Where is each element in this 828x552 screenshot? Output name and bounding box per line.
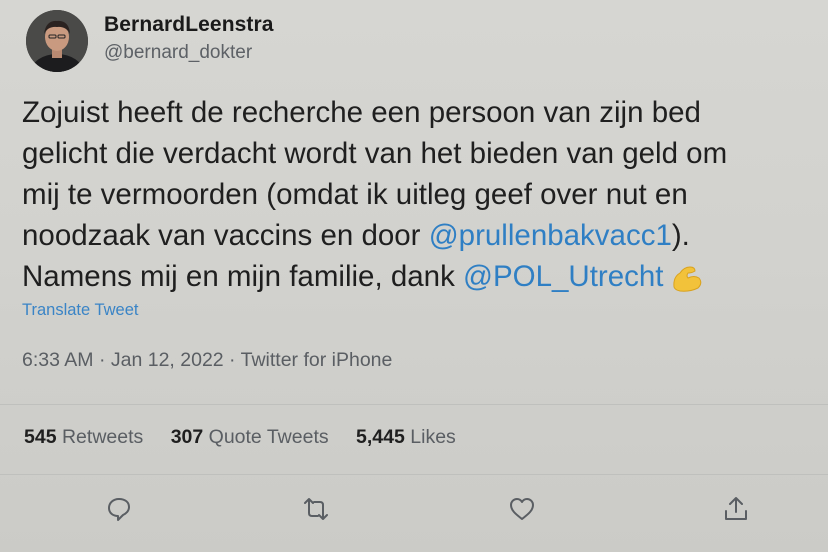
share-button[interactable] bbox=[720, 493, 752, 525]
divider bbox=[0, 404, 828, 405]
retweets-stat[interactable]: 545 Retweets bbox=[24, 426, 143, 449]
tweet-line-text: Namens mij en mijn familie, dank bbox=[22, 260, 464, 293]
tweet-timestamp[interactable]: 6:33 AM · Jan 12, 2022 · Twitter for iPh… bbox=[22, 349, 392, 372]
like-icon bbox=[510, 498, 534, 520]
flexed-biceps-icon bbox=[670, 263, 704, 293]
profile-photo-icon bbox=[26, 10, 88, 72]
tweet-line: mij te vermoorden (omdat ik uitleg geef … bbox=[22, 174, 822, 215]
retweets-label: Retweets bbox=[61, 426, 144, 448]
tweet-line-text: gelicht die verdacht wordt van het biede… bbox=[22, 137, 728, 170]
divider bbox=[0, 474, 828, 475]
tweet-line-text: mij te vermoorden (omdat ik uitleg geef … bbox=[22, 178, 688, 211]
translate-tweet-link[interactable]: Translate Tweet bbox=[22, 301, 138, 320]
retweet-button[interactable] bbox=[300, 493, 332, 525]
reply-icon bbox=[108, 498, 130, 521]
tweet-line-text: Zojuist heeft de recherche een persoon v… bbox=[22, 96, 701, 129]
tweet-stats: 545 Retweets 307 Quote Tweets 5,445 Like… bbox=[24, 426, 478, 449]
tweet-line-text: ). bbox=[671, 219, 690, 252]
tweet-line: Namens mij en mijn familie, dank @POL_Ut… bbox=[22, 256, 822, 297]
tweet-line: Zojuist heeft de recherche een persoon v… bbox=[22, 92, 822, 133]
likes-stat[interactable]: 5,445 Likes bbox=[356, 426, 456, 449]
author-display-name[interactable]: BernardLeenstra bbox=[104, 13, 274, 37]
tweet-line: noodzaak van vaccins en door @prullenbak… bbox=[22, 215, 822, 256]
author-handle[interactable]: @bernard_dokter bbox=[104, 42, 252, 64]
quote-tweets-count: 307 bbox=[170, 426, 204, 448]
reply-button[interactable] bbox=[103, 493, 135, 525]
tweet-line-text: noodzaak van vaccins en door bbox=[22, 219, 429, 252]
retweet-icon bbox=[304, 498, 328, 520]
mention-link[interactable]: @prullenbakvacc1 bbox=[429, 219, 672, 252]
tweet-text: Zojuist heeft de recherche een persoon v… bbox=[22, 92, 822, 297]
likes-label: Likes bbox=[410, 426, 456, 448]
tweet-line: gelicht die verdacht wordt van het biede… bbox=[22, 133, 822, 174]
retweets-count: 545 bbox=[24, 426, 57, 448]
like-button[interactable] bbox=[506, 493, 538, 525]
quote-tweets-label: Quote Tweets bbox=[208, 426, 329, 448]
mention-link[interactable]: @POL_Utrecht bbox=[463, 260, 663, 293]
tweet-card: BernardLeenstra @bernard_dokter Zojuist … bbox=[0, 0, 828, 552]
avatar[interactable] bbox=[26, 10, 88, 72]
likes-count: 5,445 bbox=[356, 426, 405, 448]
quote-tweets-stat[interactable]: 307 Quote Tweets bbox=[171, 426, 329, 449]
share-icon bbox=[725, 497, 747, 520]
